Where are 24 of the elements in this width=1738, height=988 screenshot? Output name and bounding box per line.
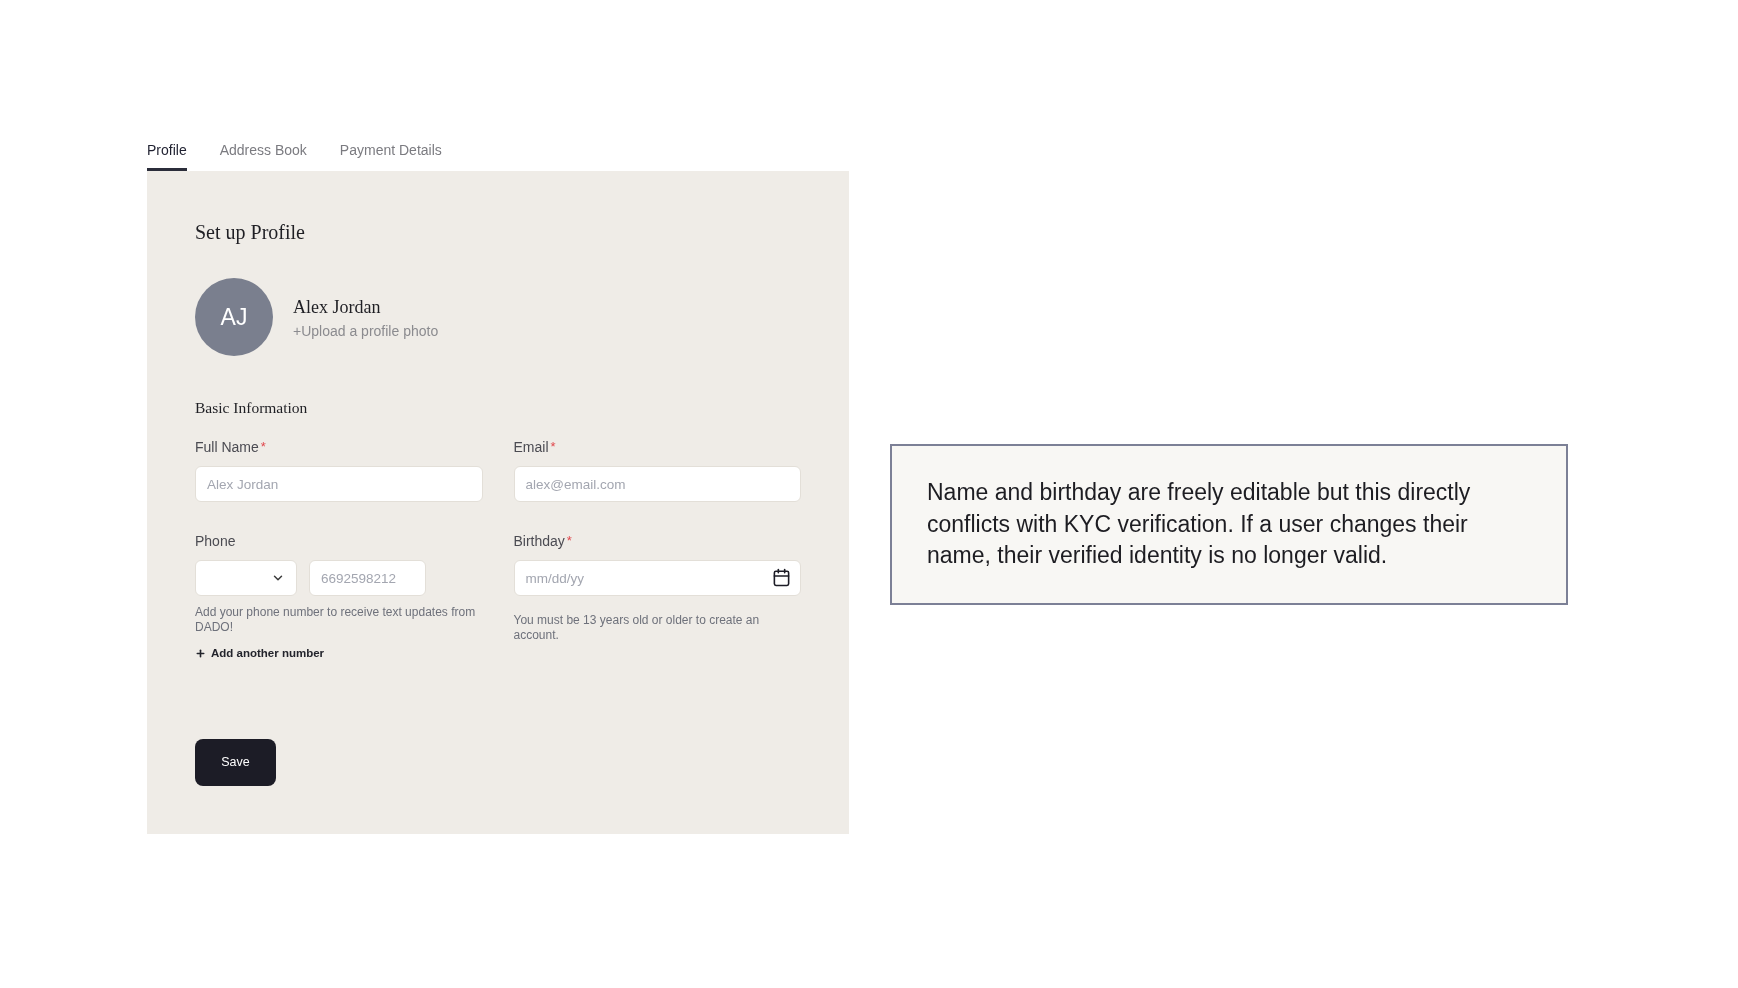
save-button[interactable]: Save (195, 739, 276, 786)
required-mark: * (566, 532, 572, 550)
field-label: Full Name (195, 438, 259, 457)
add-number-link[interactable]: Add another number (195, 645, 325, 663)
phone-input-field[interactable]: 6692598212 (309, 560, 426, 596)
plus-icon (195, 648, 206, 660)
note-text: Name and birthday are freely editable but this directly conflicts with KYC verification. If a user changes their name, their verified identity is no longer valid. (927, 478, 1472, 571)
field-label: Email (513, 438, 549, 457)
help-text: Add your phone number to receive text updates from DADO! (195, 605, 477, 635)
date-input-field[interactable]: mm/dd/yy (513, 560, 801, 596)
calendar-icon[interactable] (772, 568, 791, 587)
text-input-field[interactable]: alex@email.com (513, 466, 801, 502)
tab[interactable]: Address Book (219, 140, 307, 171)
required-mark: * (260, 438, 266, 456)
field-label: Phone (195, 532, 236, 551)
help-text: You must be 13 years old or older to create an account. (513, 613, 761, 643)
text-input-field[interactable]: Alex Jordan (195, 466, 483, 502)
tab[interactable]: Payment Details (339, 140, 442, 171)
panel-title: Set up Profile (195, 220, 305, 246)
field-label: Birthday (513, 532, 565, 551)
required-mark: * (550, 438, 556, 456)
avatar: AJ (195, 278, 273, 356)
profile-name: Alex Jordan (293, 295, 381, 319)
section-heading: Basic Information (195, 398, 308, 418)
